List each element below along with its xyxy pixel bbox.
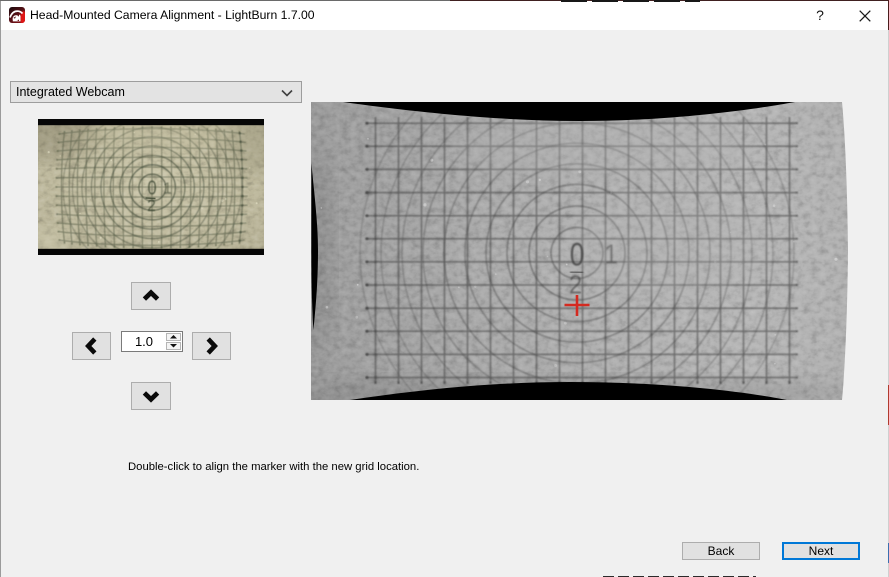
- svg-text:0: 0: [147, 176, 156, 199]
- svg-text:2: 2: [569, 271, 582, 300]
- svg-text:2: 2: [147, 196, 156, 215]
- svg-text:1: 1: [604, 238, 618, 270]
- svg-text:1: 1: [163, 181, 172, 198]
- svg-text:0: 0: [570, 238, 585, 273]
